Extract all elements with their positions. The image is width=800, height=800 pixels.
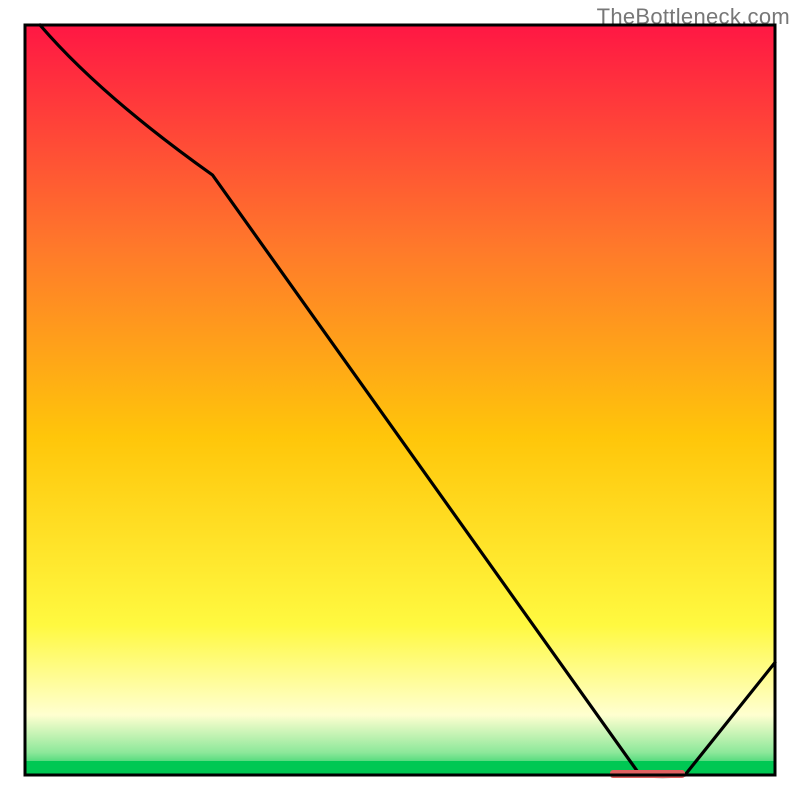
chart-svg: [0, 0, 800, 800]
chart-canvas: TheBottleneck.com: [0, 0, 800, 800]
gradient-background: [25, 25, 775, 775]
